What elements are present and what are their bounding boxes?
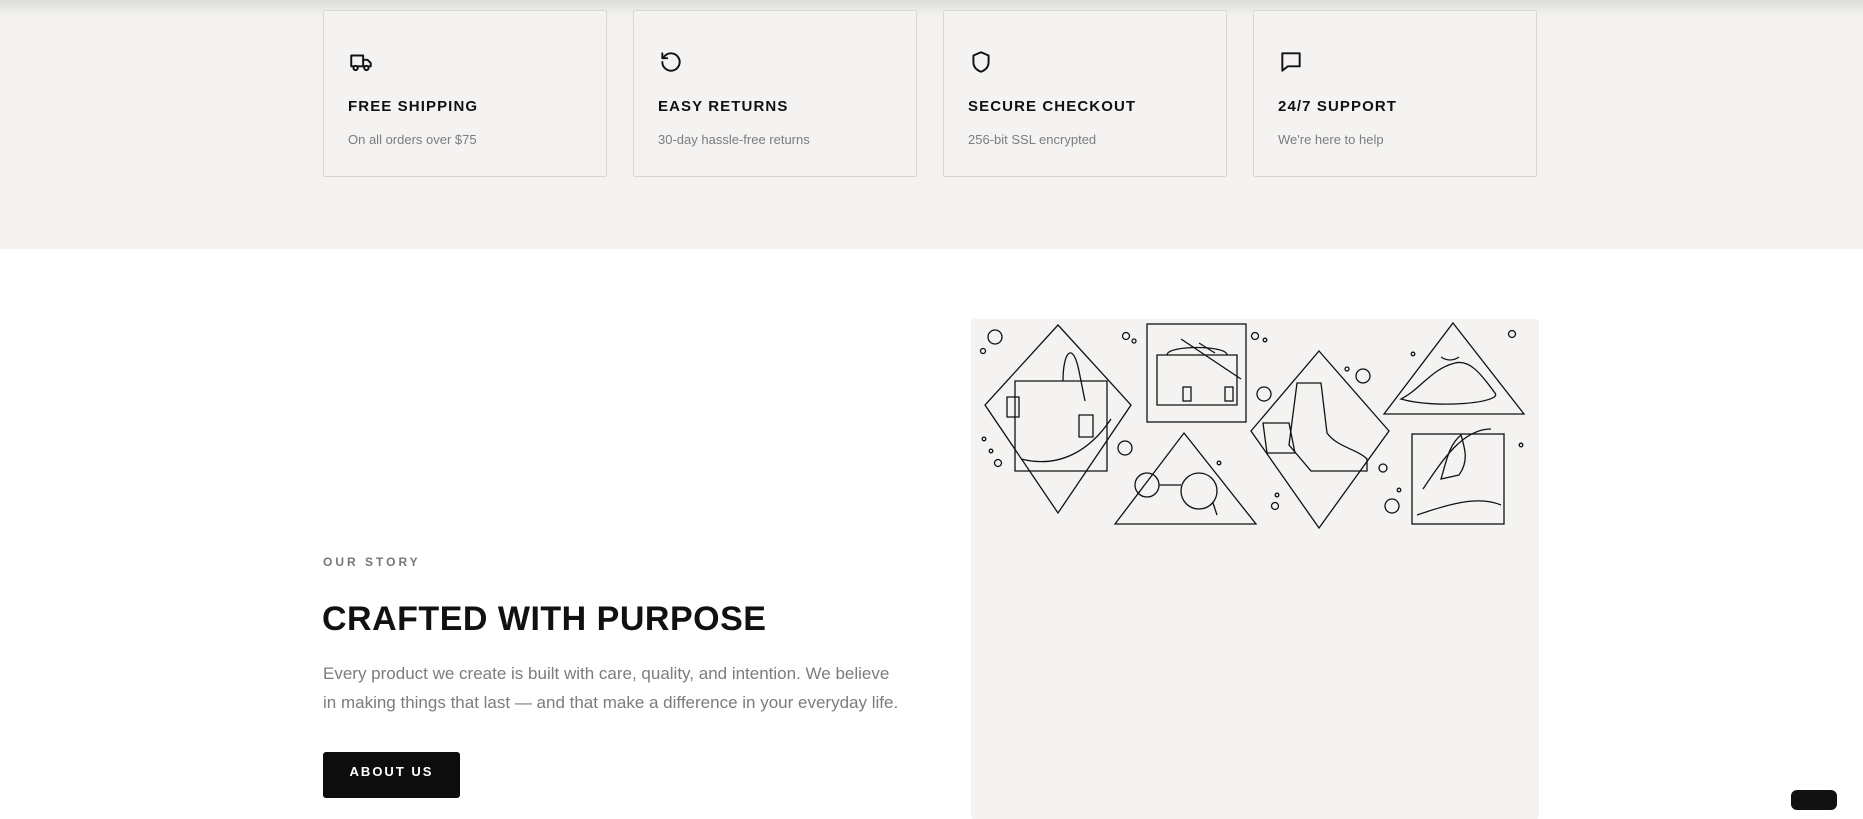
feature-card-checkout: SECURE CHECKOUT 256-bit SSL encrypted: [943, 10, 1227, 177]
section-title: CRAFTED WITH PURPOSE: [322, 600, 767, 638]
header-shadow: [0, 0, 1863, 18]
feature-title: SECURE CHECKOUT: [968, 98, 1137, 115]
message-square-icon: [1278, 49, 1304, 75]
features-section: FREE SHIPPING On all orders over $75 EAS…: [0, 0, 1863, 249]
section-eyebrow: OUR STORY: [323, 555, 421, 569]
feature-subtitle: We're here to help: [1278, 132, 1384, 147]
feature-title: FREE SHIPPING: [348, 98, 479, 115]
feature-card-returns: EASY RETURNS 30-day hassle-free returns: [633, 10, 917, 177]
feature-subtitle: 256-bit SSL encrypted: [968, 132, 1097, 147]
product-line-art: [979, 321, 1526, 530]
feature-card-shipping: FREE SHIPPING On all orders over $75: [323, 10, 607, 177]
feature-card-support: 24/7 SUPPORT We're here to help: [1253, 10, 1537, 177]
section-body: Every product we create is built with ca…: [323, 664, 899, 712]
rotate-ccw-icon: [658, 49, 684, 75]
feature-title: 24/7 SUPPORT: [1278, 98, 1398, 115]
shield-icon: [968, 49, 994, 75]
feature-title: EASY RETURNS: [658, 98, 789, 115]
about-us-button[interactable]: ABOUT US: [323, 752, 460, 798]
feature-subtitle: 30-day hassle-free returns: [658, 132, 810, 147]
chat-widget-button[interactable]: [1791, 790, 1837, 810]
story-illustration: [971, 319, 1539, 819]
feature-subtitle: On all orders over $75: [348, 132, 477, 147]
truck-icon: [348, 49, 374, 75]
